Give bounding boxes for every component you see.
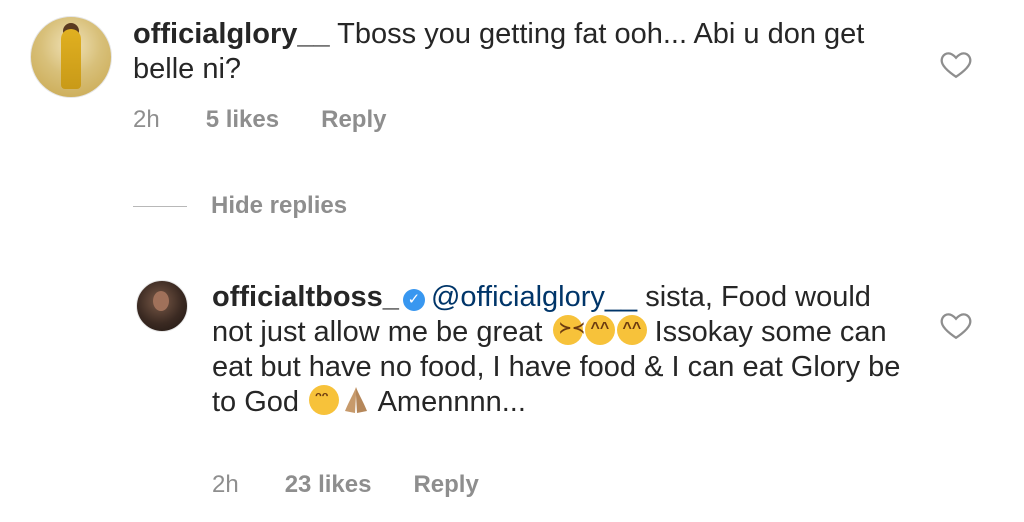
comment: officialglory__ Tboss you getting fat oo… bbox=[133, 17, 893, 87]
reply-button[interactable]: Reply bbox=[413, 471, 478, 499]
smiling-emoji-icon: ᵔᵔ bbox=[309, 385, 340, 415]
comment-time: 2h bbox=[133, 106, 160, 133]
comment-likes[interactable]: 5 likes bbox=[206, 106, 279, 134]
like-heart-icon[interactable] bbox=[939, 308, 973, 342]
praying-hands-emoji-icon bbox=[341, 385, 371, 415]
avatar-figure-head bbox=[153, 291, 169, 311]
avatar[interactable] bbox=[30, 16, 112, 98]
reply-username[interactable]: officialtboss_ bbox=[212, 281, 399, 313]
reply-likes[interactable]: 23 likes bbox=[285, 471, 372, 499]
reply-comment: officialtboss_ ✓ @officialglory__ sista, F… bbox=[212, 280, 912, 420]
reply-body-part3: Amennnn... bbox=[371, 386, 526, 418]
reply-mention[interactable]: @officialglory__ bbox=[431, 281, 637, 313]
comment-username[interactable]: officialglory__ bbox=[133, 18, 330, 50]
like-heart-icon[interactable] bbox=[939, 47, 973, 81]
hide-replies-toggle[interactable]: Hide replies bbox=[133, 192, 347, 220]
laughing-emoji-icon: ^^ bbox=[616, 315, 647, 345]
comment-meta: 2h 5 likes Reply bbox=[133, 106, 386, 134]
reply-meta: 2h 23 likes Reply bbox=[212, 471, 479, 499]
avatar-figure-body bbox=[61, 29, 81, 89]
tongue-out-emoji-icon: ≻≺ bbox=[552, 315, 585, 345]
verified-badge-icon: ✓ bbox=[402, 289, 425, 311]
hide-replies-label[interactable]: Hide replies bbox=[211, 192, 347, 220]
laughing-emoji-icon: ^^ bbox=[584, 315, 615, 345]
divider bbox=[133, 205, 187, 207]
reply-time: 2h bbox=[212, 471, 239, 498]
reply-button[interactable]: Reply bbox=[321, 106, 386, 134]
reply-avatar[interactable] bbox=[136, 280, 188, 332]
